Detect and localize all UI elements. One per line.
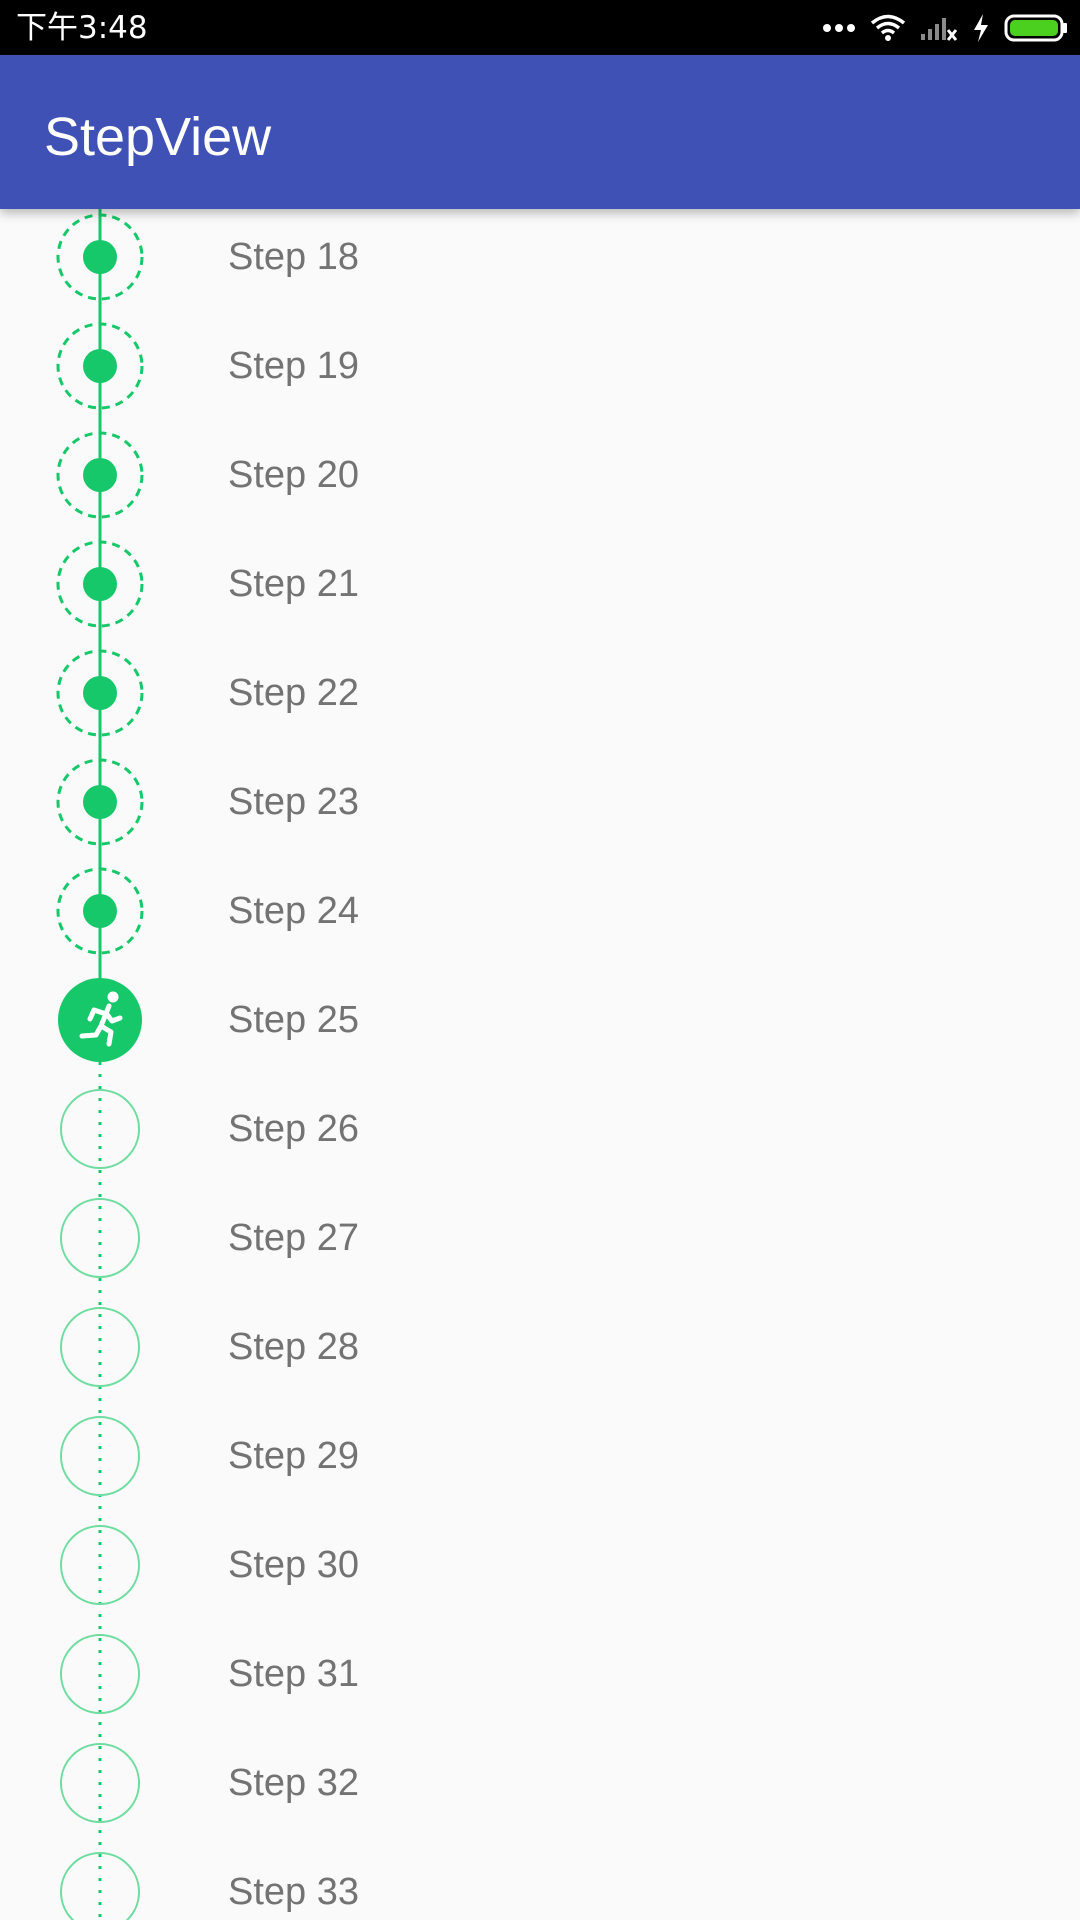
- wifi-icon: [870, 14, 906, 41]
- step-row: Step 25: [0, 965, 1080, 1074]
- step-label: Step 23: [228, 781, 359, 823]
- step-row: Step 31: [0, 1619, 1080, 1728]
- status-icons: [822, 8, 1068, 48]
- step-row: Step 29: [0, 1401, 1080, 1510]
- signal-no-sim-icon: [921, 18, 958, 41]
- step-row: Step 27: [0, 1183, 1080, 1292]
- step-row: Step 21: [0, 529, 1080, 638]
- status-time: 下午3:48: [16, 10, 148, 46]
- more-dots-icon: [823, 24, 855, 32]
- step-label: Step 27: [228, 1217, 359, 1259]
- charging-bolt-icon: [974, 14, 988, 42]
- step-row: Step 32: [0, 1728, 1080, 1837]
- step-row: Step 28: [0, 1292, 1080, 1401]
- step-label: Step 29: [228, 1435, 359, 1477]
- step-label: Step 28: [228, 1326, 359, 1368]
- step-label: Step 19: [228, 345, 359, 387]
- step-row: Step 20: [0, 420, 1080, 529]
- app-title: StepView: [44, 107, 272, 167]
- step-row: Step 18: [0, 209, 1080, 311]
- step-label: Step 30: [228, 1544, 359, 1586]
- step-label: Step 31: [228, 1653, 359, 1695]
- step-label: Step 32: [228, 1762, 359, 1804]
- step-row: Step 33: [0, 1837, 1080, 1920]
- step-label: Step 22: [228, 672, 359, 714]
- step-row: Step 23: [0, 747, 1080, 856]
- step-label: Step 21: [228, 563, 359, 605]
- step-label: Step 33: [228, 1871, 359, 1913]
- step-row: Step 26: [0, 1074, 1080, 1183]
- step-label: Step 18: [228, 236, 359, 278]
- step-label: Step 26: [228, 1108, 359, 1150]
- battery-icon: [1004, 14, 1067, 42]
- step-row: Step 19: [0, 311, 1080, 420]
- step-row: Step 30: [0, 1510, 1080, 1619]
- step-label: Step 20: [228, 454, 359, 496]
- step-row: Step 22: [0, 638, 1080, 747]
- status-bar: 下午3:48: [0, 0, 1080, 55]
- step-row: Step 24: [0, 856, 1080, 965]
- app-bar: StepView: [0, 55, 1080, 209]
- step-label: Step 24: [228, 890, 359, 932]
- step-list[interactable]: Step 18 Step 19 Step 20 Step 21 Step 22 Step …: [0, 209, 1080, 1920]
- step-label: Step 25: [228, 999, 359, 1041]
